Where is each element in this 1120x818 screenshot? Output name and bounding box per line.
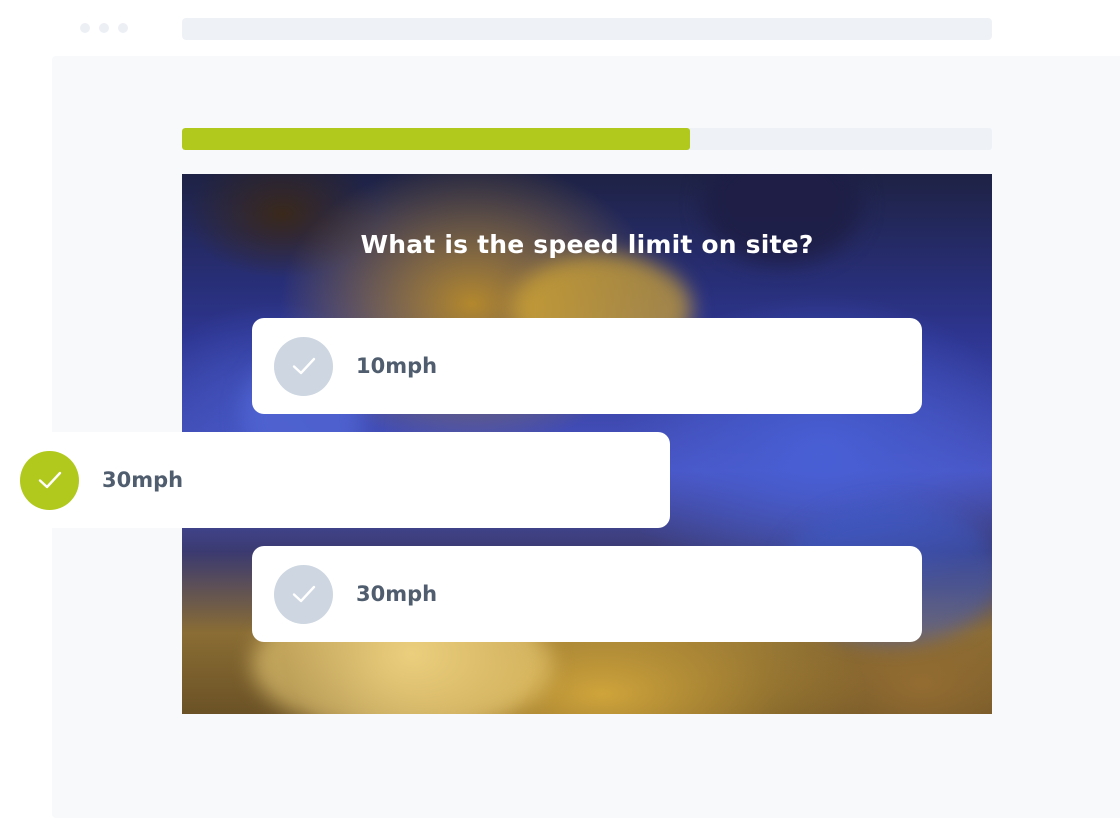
- answer-option-label: 30mph: [102, 468, 184, 492]
- answer-option-3[interactable]: 30mph: [252, 546, 922, 642]
- window-dot-minimize[interactable]: [99, 23, 109, 33]
- question-text: What is the speed limit on site?: [360, 230, 814, 259]
- address-bar[interactable]: [182, 18, 992, 40]
- quiz-progress-fill: [182, 128, 690, 150]
- quiz-progress-bar: [182, 128, 992, 150]
- window-dot-close[interactable]: [80, 23, 90, 33]
- answer-option-2-selected[interactable]: 30mph: [20, 432, 670, 528]
- window-controls: [80, 23, 128, 33]
- answer-option-label: 10mph: [356, 354, 438, 378]
- answer-option-1[interactable]: 10mph: [252, 318, 922, 414]
- window-dot-maximize[interactable]: [118, 23, 128, 33]
- answer-option-label: 30mph: [356, 582, 438, 606]
- checkmark-icon: [274, 564, 333, 624]
- checkmark-icon: [20, 450, 79, 510]
- checkmark-icon: [274, 336, 333, 396]
